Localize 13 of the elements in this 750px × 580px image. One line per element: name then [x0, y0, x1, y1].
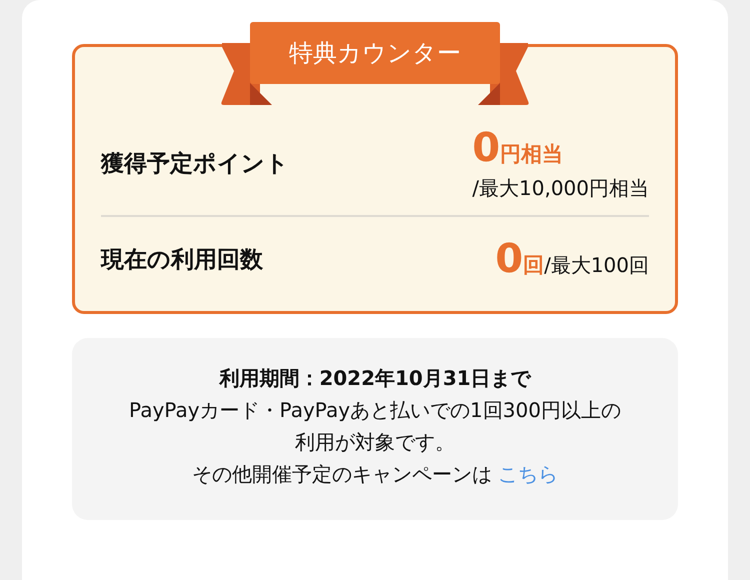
- stat-unit: 回: [523, 252, 544, 279]
- stat-maximum: /最大100回: [544, 252, 649, 279]
- stat-label: 現在の利用回数: [101, 246, 263, 274]
- period-text: 利用期間：2022年10月31日まで: [218, 365, 532, 392]
- stat-value: 0: [472, 124, 500, 170]
- campaign-link[interactable]: こちら: [498, 462, 558, 486]
- stat-value: 0: [495, 236, 524, 282]
- stat-unit: 円相当: [500, 140, 564, 168]
- condition-text: PayPayカード・PayPayあと払いでの1回300円以上の利用が対象です。: [128, 397, 622, 456]
- stat-label: 獲得予定ポイント: [101, 150, 289, 178]
- counter-title: 特典カウンター: [250, 22, 500, 84]
- stat-maximum: /最大10,000円相当: [472, 174, 649, 202]
- campaign-text: その他開催予定のキャンペーンは: [192, 462, 492, 486]
